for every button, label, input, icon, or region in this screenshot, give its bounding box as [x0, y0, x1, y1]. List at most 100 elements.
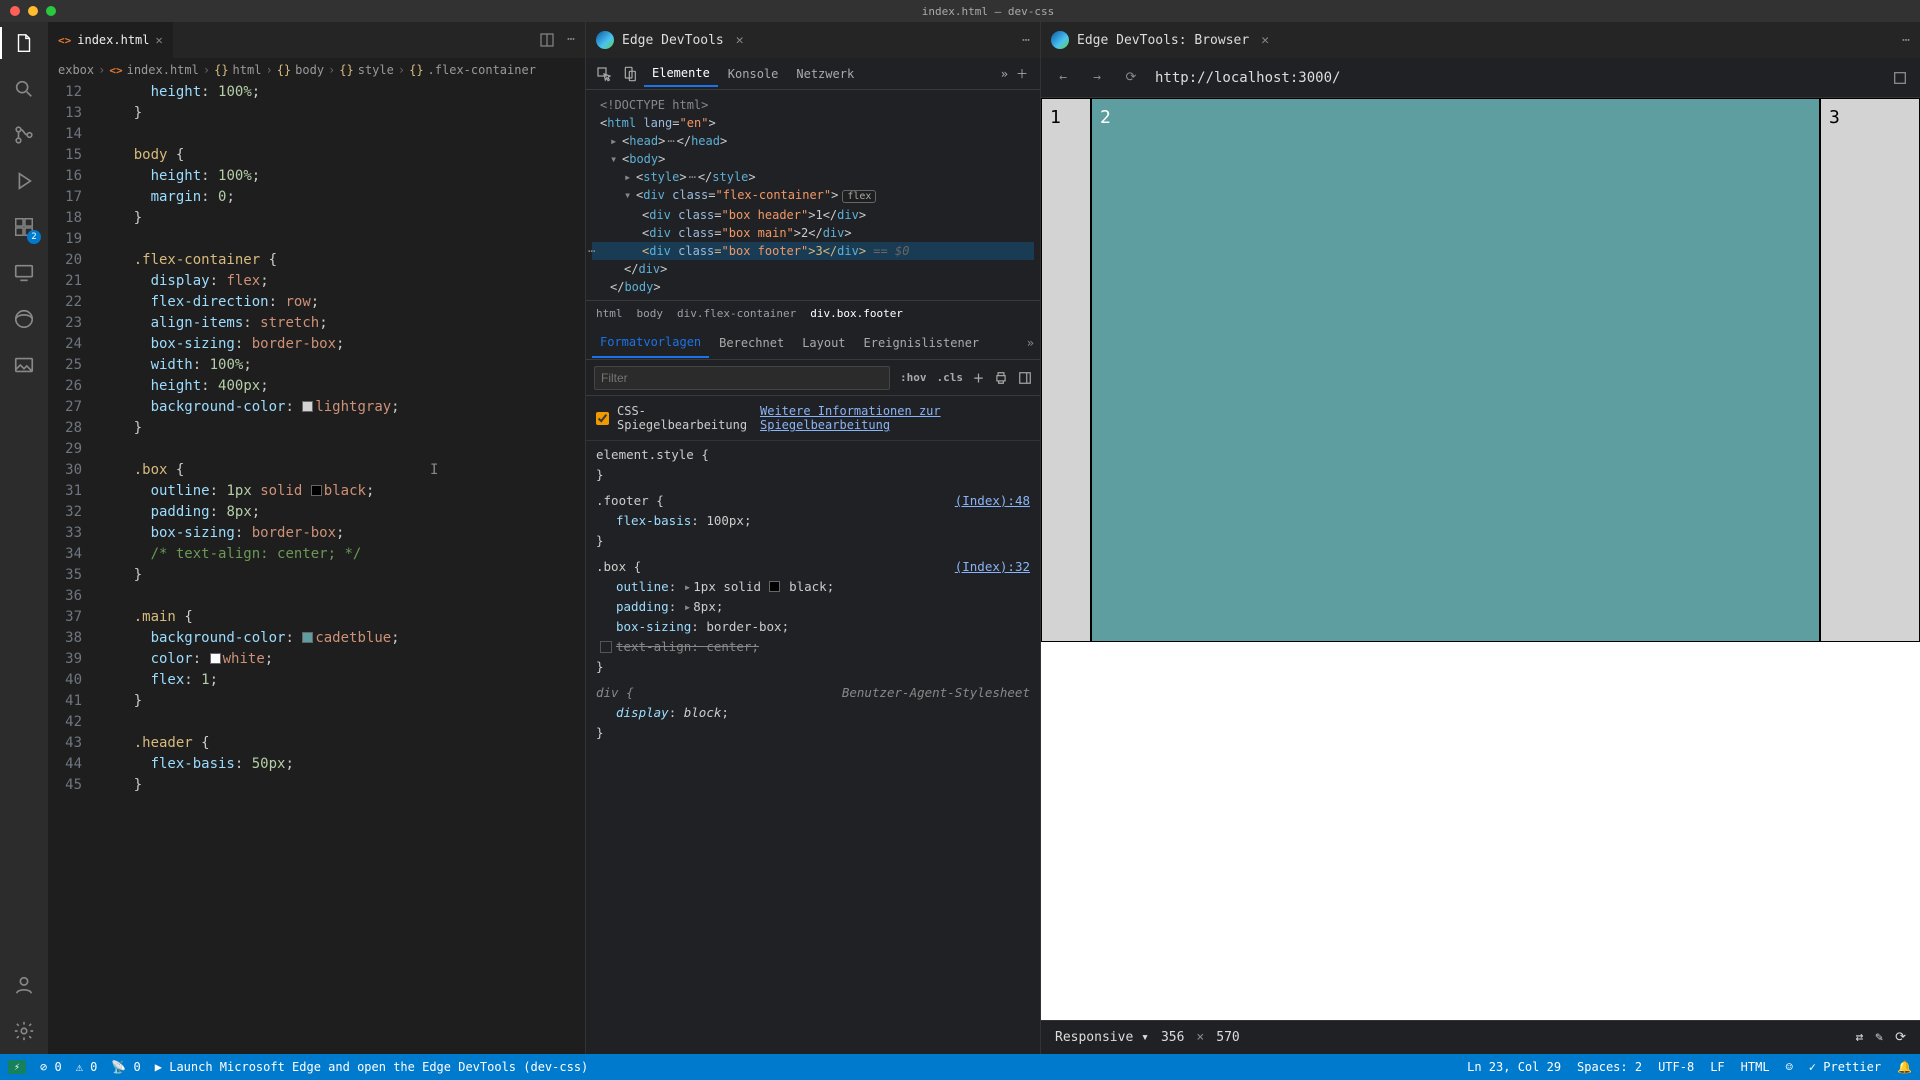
elements-tab[interactable]: Elemente: [644, 61, 718, 87]
crumb-item[interactable]: div.box.footer: [810, 307, 903, 320]
errors-count[interactable]: ⊘ 0: [40, 1060, 62, 1074]
viewport: 1 2 3: [1041, 98, 1920, 1020]
more-icon[interactable]: ⋯: [567, 32, 575, 48]
browser-tab-label: Edge DevTools: Browser: [1077, 33, 1249, 48]
maximize-window-icon[interactable]: [46, 6, 56, 16]
extensions-icon[interactable]: 2: [11, 214, 37, 240]
screencast-icon[interactable]: [1892, 70, 1908, 86]
debug-icon[interactable]: [11, 168, 37, 194]
devtools-tabbar: Edge DevTools ✕ ⋯: [586, 22, 1040, 58]
breadcrumb-item[interactable]: body: [295, 63, 324, 77]
breadcrumb-item[interactable]: .flex-container: [428, 63, 536, 77]
breadcrumb[interactable]: exbox› <> index.html› {} html› {} body› …: [48, 58, 585, 82]
launch-message[interactable]: ▶ Launch Microsoft Edge and open the Edg…: [155, 1060, 588, 1074]
computed-tab[interactable]: Berechnet: [711, 329, 792, 357]
preview-header-box: 1: [1041, 98, 1091, 642]
code-content[interactable]: I height: 100%; } body { height: 100%; m…: [100, 82, 585, 1054]
editor-body[interactable]: 1213141516171819202122232425262728293031…: [48, 82, 585, 1054]
settings-toggle-icon[interactable]: ⟳: [1895, 1030, 1906, 1045]
eyedropper-icon[interactable]: ✎: [1875, 1030, 1883, 1045]
search-icon[interactable]: [11, 76, 37, 102]
browser-tab[interactable]: Edge DevTools: Browser ✕ ⋯: [1041, 22, 1920, 58]
styles-toolbar: :hov .cls ＋: [586, 360, 1040, 396]
warnings-count[interactable]: ⚠ 0: [76, 1060, 98, 1074]
styles-rules[interactable]: element.style { } .footer {(Index):48 fl…: [586, 441, 1040, 1054]
plus-icon[interactable]: ＋: [973, 370, 984, 386]
line-numbers: 1213141516171819202122232425262728293031…: [48, 82, 100, 1054]
dom-tree[interactable]: <!DOCTYPE html> <html lang="en"> ▸<head>…: [586, 90, 1040, 300]
close-window-icon[interactable]: [10, 6, 20, 16]
forward-icon[interactable]: →: [1087, 68, 1107, 88]
image-icon[interactable]: [11, 352, 37, 378]
devtools-tab[interactable]: Edge DevTools ✕: [586, 22, 754, 58]
devtools-toolbar: Elemente Konsole Netzwerk » ＋: [586, 58, 1040, 90]
device-select[interactable]: Responsive ▾: [1055, 1030, 1149, 1045]
language-mode[interactable]: HTML: [1741, 1060, 1770, 1074]
crumb-item[interactable]: div.flex-container: [677, 307, 796, 320]
filter-input[interactable]: [594, 366, 890, 390]
url-display[interactable]: http://localhost:3000/: [1155, 70, 1878, 86]
preview-flex-container: 1 2 3: [1041, 98, 1920, 642]
encoding[interactable]: UTF-8: [1658, 1060, 1694, 1074]
close-icon[interactable]: ✕: [1261, 33, 1269, 48]
bell-icon[interactable]: 🔔: [1897, 1060, 1912, 1074]
styles-tab[interactable]: Formatvorlagen: [592, 328, 709, 358]
dimension-x: ×: [1196, 1030, 1204, 1045]
edge-tools-icon[interactable]: [11, 306, 37, 332]
breadcrumb-item[interactable]: style: [358, 63, 394, 77]
indent-setting[interactable]: Spaces: 2: [1577, 1060, 1642, 1074]
network-tab[interactable]: Netzwerk: [788, 62, 862, 86]
ports-count[interactable]: 📡 0: [111, 1060, 140, 1074]
split-editor-icon[interactable]: [539, 32, 555, 48]
viewport-height[interactable]: 570: [1216, 1030, 1239, 1045]
hov-toggle[interactable]: :hov: [900, 371, 927, 384]
flex-badge[interactable]: flex: [842, 190, 876, 203]
feedback-icon[interactable]: ☺: [1786, 1060, 1793, 1074]
html-file-icon: <>: [58, 34, 71, 47]
explorer-icon[interactable]: [11, 30, 37, 56]
chevron-right-icon[interactable]: »: [1001, 67, 1008, 81]
remote-icon[interactable]: [11, 260, 37, 286]
console-tab[interactable]: Konsole: [720, 62, 787, 86]
viewport-width[interactable]: 356: [1161, 1030, 1184, 1045]
mirror-link[interactable]: Weitere Informationen zur Spiegelbearbei…: [760, 404, 1030, 432]
close-icon[interactable]: ✕: [156, 33, 163, 47]
dom-breadcrumbs[interactable]: html body div.flex-container div.box.foo…: [586, 300, 1040, 326]
minimize-window-icon[interactable]: [28, 6, 38, 16]
cursor-position[interactable]: Ln 23, Col 29: [1467, 1060, 1561, 1074]
crumb-item[interactable]: html: [596, 307, 623, 320]
doctype: <!DOCTYPE html>: [600, 98, 708, 112]
print-icon[interactable]: [994, 371, 1008, 385]
device-icon[interactable]: [618, 62, 642, 86]
back-icon[interactable]: ←: [1053, 68, 1073, 88]
source-link[interactable]: (Index):48: [955, 491, 1030, 511]
rule-checkbox[interactable]: [600, 641, 612, 653]
breadcrumb-item[interactable]: html: [233, 63, 262, 77]
crumb-item[interactable]: body: [637, 307, 664, 320]
more-icon[interactable]: ⋯: [1902, 33, 1910, 48]
close-icon[interactable]: ✕: [736, 33, 744, 48]
gear-icon[interactable]: [11, 1018, 37, 1044]
layout-tab[interactable]: Layout: [794, 329, 853, 357]
breadcrumb-item[interactable]: exbox: [58, 63, 94, 77]
prettier-status[interactable]: Prettier: [1809, 1060, 1881, 1074]
remote-indicator[interactable]: ⚡: [8, 1060, 26, 1074]
status-bar: ⚡ ⊘ 0 ⚠ 0 📡 0 ▶ Launch Microsoft Edge an…: [0, 1054, 1920, 1080]
scm-icon[interactable]: [11, 122, 37, 148]
panel-icon[interactable]: [1018, 371, 1032, 385]
selected-dom-node[interactable]: ⋯<div class="box footer">3</div> == $0: [592, 242, 1034, 260]
source-link[interactable]: (Index):32: [955, 557, 1030, 577]
chevron-right-icon[interactable]: »: [1027, 336, 1034, 350]
plus-icon[interactable]: ＋: [1010, 62, 1034, 86]
eol[interactable]: LF: [1710, 1060, 1724, 1074]
editor-tab[interactable]: <> index.html ✕: [48, 22, 174, 58]
listeners-tab[interactable]: Ereignislistener: [856, 329, 988, 357]
rotate-icon[interactable]: ⇄: [1855, 1030, 1863, 1045]
mirror-checkbox[interactable]: [596, 412, 609, 425]
cls-toggle[interactable]: .cls: [937, 371, 964, 384]
more-icon[interactable]: ⋯: [1022, 33, 1040, 48]
account-icon[interactable]: [11, 972, 37, 998]
breadcrumb-item[interactable]: index.html: [127, 63, 199, 77]
reload-icon[interactable]: ⟳: [1121, 68, 1141, 88]
inspect-icon[interactable]: [592, 62, 616, 86]
